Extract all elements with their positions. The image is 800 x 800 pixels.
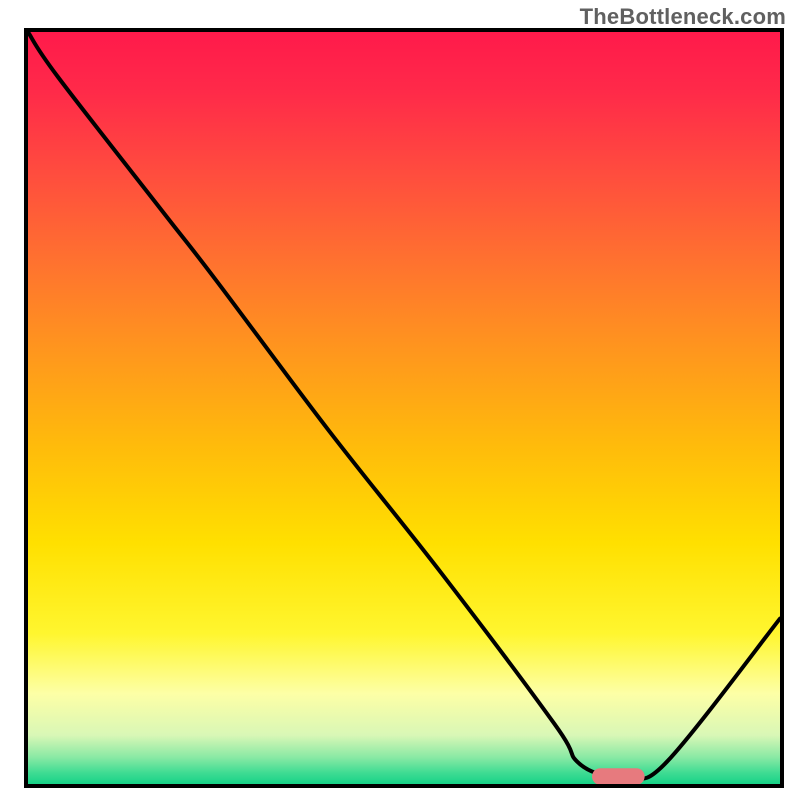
- chart-frame: TheBottleneck.com: [0, 0, 800, 800]
- background-gradient: [28, 32, 780, 784]
- watermark-text: TheBottleneck.com: [580, 4, 786, 30]
- chart-svg: [28, 32, 780, 784]
- plot-area: [24, 28, 784, 788]
- optimum-marker: [592, 768, 645, 784]
